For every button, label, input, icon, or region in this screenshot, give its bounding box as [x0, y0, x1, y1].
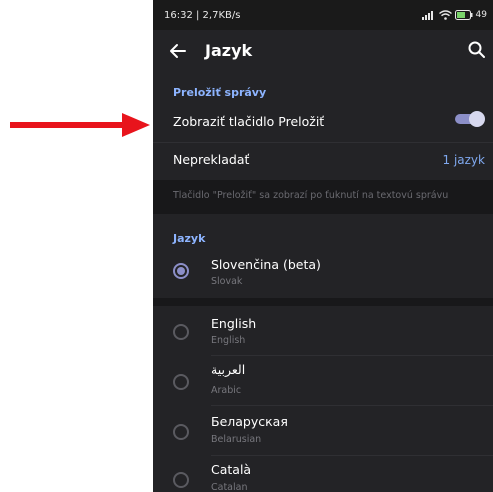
language-item-selected[interactable]: Slovenčina (beta) Slovak — [153, 248, 493, 298]
battery-percent: 49 — [475, 10, 487, 20]
language-section-title: Jazyk — [173, 232, 206, 245]
radio[interactable] — [173, 424, 189, 440]
back-arrow-icon[interactable] — [167, 40, 189, 62]
show-translate-button-label: Zobraziť tlačidlo Preložiť — [173, 114, 325, 129]
translate-hint-text: Tlačidlo "Preložiť" sa zobrazí po ťuknut… — [173, 190, 449, 201]
language-native: English — [211, 335, 246, 346]
phone-screen: 16:32 | 2,7KB/s 49 Jazyk Preložiť správy… — [153, 0, 493, 492]
radio[interactable] — [173, 374, 189, 390]
battery-icon — [454, 10, 473, 20]
language-item[interactable]: العربية Arabic — [153, 356, 493, 406]
app-header: Jazyk — [153, 30, 493, 74]
radio[interactable] — [173, 472, 189, 488]
language-native: Catalan — [211, 482, 248, 492]
language-native: Arabic — [211, 385, 242, 396]
annotation-arrow — [10, 113, 150, 137]
language-native: Belarusian — [211, 434, 262, 445]
show-translate-button-row[interactable]: Zobraziť tlačidlo Preložiť — [153, 105, 493, 141]
do-not-translate-value: 1 jazyk — [442, 153, 486, 167]
status-time-rate: 16:32 | 2,7KB/s — [164, 9, 241, 21]
page-title: Jazyk — [205, 41, 253, 60]
radio[interactable] — [173, 324, 189, 340]
language-name: Беларуская — [211, 414, 288, 429]
language-name: English — [211, 316, 257, 331]
do-not-translate-row[interactable]: Neprekladať 1 jazyk — [153, 143, 493, 179]
signal-icon — [421, 10, 433, 20]
status-indicators: 49 — [421, 10, 487, 20]
language-name: العربية — [211, 362, 246, 377]
language-item[interactable]: Беларуская Belarusian — [153, 406, 493, 456]
translate-hint: Tlačidlo "Preložiť" sa zobrazí po ťuknut… — [153, 180, 493, 214]
language-name: Slovenčina (beta) — [211, 257, 321, 272]
language-native: Slovak — [211, 276, 243, 287]
section-gap — [153, 298, 493, 306]
search-icon[interactable] — [467, 40, 487, 60]
radio-selected[interactable] — [173, 263, 189, 279]
toggle-knob — [469, 111, 485, 127]
language-item[interactable]: English English — [153, 306, 493, 356]
language-item[interactable]: Català Catalan — [153, 456, 493, 492]
do-not-translate-label: Neprekladať — [173, 152, 250, 167]
language-name: Català — [211, 462, 252, 477]
status-bar: 16:32 | 2,7KB/s 49 — [153, 0, 493, 30]
translate-section-title: Preložiť správy — [173, 86, 267, 99]
wifi-icon — [438, 10, 452, 20]
show-translate-button-toggle[interactable] — [453, 110, 485, 128]
